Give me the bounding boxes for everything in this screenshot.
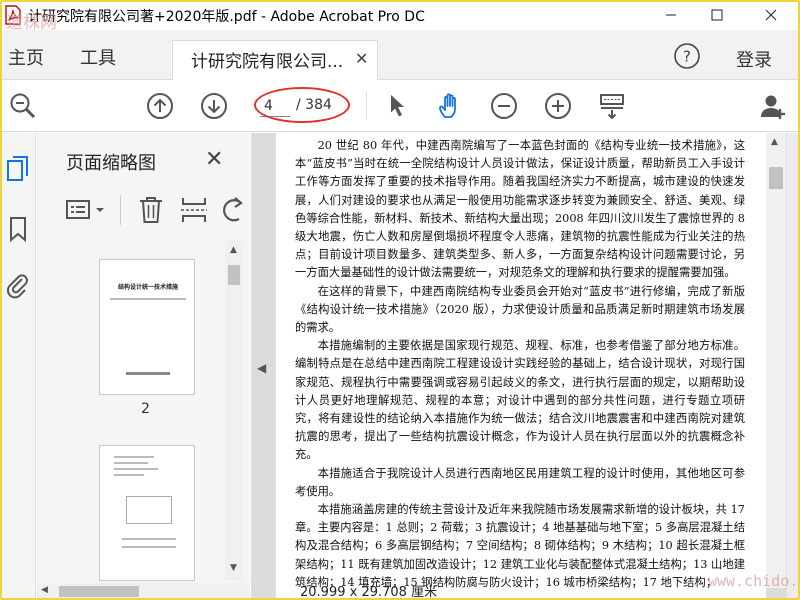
menu-tools[interactable]: 工具 — [80, 44, 116, 70]
thumb-toolbar-divider — [120, 195, 121, 225]
thumbnail-horizontal-scrollbar[interactable]: ◀ — [37, 583, 250, 600]
thumbnail-text-line — [114, 468, 158, 470]
watermark-bottom: www.chido.com — [708, 572, 800, 590]
thumbnail-page-3[interactable] — [99, 445, 195, 581]
page-body-text: 20 世纪 80 年代，中建西南院编写了一本蓝色封面的《结构专业统一技术措施》，… — [295, 137, 745, 588]
paragraph: 本措施适合于我院设计人员进行西南地区民用建筑工程的设计时使用，其他地区可参考使用… — [295, 466, 745, 498]
paragraph: 本措施编制的主要依据是国家现行规范、规程、标准，也参考借鉴了部分地方标准。编制特… — [295, 339, 745, 462]
thumbnail-text-line — [114, 474, 144, 476]
thumbnail-list: 结构设计统一技术措施 2 — [37, 241, 225, 581]
collapse-panel-arrow-icon[interactable]: ◀ — [257, 361, 266, 375]
thumbnail-page-number: 2 — [141, 401, 150, 417]
hand-icon[interactable] — [436, 91, 466, 121]
share-person-icon[interactable] — [758, 91, 788, 121]
scroll-left-arrow-icon[interactable]: ◀ — [41, 585, 48, 595]
page-navigator: / 384 — [254, 87, 350, 123]
right-edge-strip — [787, 133, 800, 600]
bookmark-icon[interactable] — [5, 215, 31, 243]
delete-icon[interactable] — [137, 195, 165, 225]
thumbnail-page-2[interactable]: 结构设计统一技术措施 — [99, 259, 195, 395]
thumbnail-text-line — [122, 546, 176, 548]
left-navigation-rail — [0, 133, 36, 600]
paragraph: 在这样的背景下，中建西南院结构专业委员会开始对“蓝皮书”进行修编，完成了新版《结… — [295, 284, 745, 335]
rotate-icon[interactable] — [221, 195, 245, 225]
thumbnail-publisher-line — [126, 372, 170, 375]
login-button[interactable]: 登录 — [736, 46, 772, 72]
maximize-icon — [711, 9, 723, 21]
thumbnail-scroll-thumb[interactable] — [228, 265, 240, 285]
thumbnail-cover-title: 结构设计统一技术措施 — [117, 284, 178, 291]
minimize-button[interactable] — [648, 0, 694, 30]
zoom-minus-icon[interactable] — [489, 91, 519, 121]
document-tab-label: 计研究院有限公司... — [191, 52, 344, 72]
highlight-ellipse — [254, 87, 350, 123]
thumbnail-text-line — [114, 456, 154, 458]
page-down-icon[interactable] — [199, 91, 229, 121]
zoom-out-magnifier-icon[interactable] — [8, 91, 38, 121]
document-scroll-thumb[interactable] — [769, 167, 783, 189]
paragraph: 本措施涵盖房建的传统主营设计及近年来我院随市场发展需求新增的设计板块，共 17 … — [295, 503, 745, 588]
thumbnails-icon[interactable] — [5, 155, 31, 183]
thumbnail-text-line — [114, 462, 148, 464]
paragraph: 20 世纪 80 年代，中建西南院编写了一本蓝色封面的《结构专业统一技术措施》，… — [295, 139, 745, 280]
svg-text:?: ? — [683, 48, 691, 66]
close-window-button[interactable] — [748, 0, 794, 30]
page-up-icon[interactable] — [145, 91, 175, 121]
extract-icon[interactable] — [179, 195, 209, 225]
menu-tab-bar: 主页 工具 计研究院有限公司... ✕ ? 登录 — [0, 30, 800, 80]
select-arrow-icon[interactable] — [383, 91, 413, 121]
watermark-top: 道株网 — [6, 13, 57, 33]
page-dimension-bar: 20.999 x 29.708 厘米 — [276, 585, 766, 600]
title-bar: 计研究院有限公司著+2020年版.pdf - Adobe Acrobat Pro… — [0, 0, 800, 30]
menu-home[interactable]: 主页 — [8, 44, 44, 70]
pdf-page: 20 世纪 80 年代，中建西南院编写了一本蓝色封面的《结构专业统一技术措施》，… — [276, 133, 766, 588]
close-panel-icon[interactable]: ✕ — [205, 147, 223, 172]
window-title: 计研究院有限公司著+2020年版.pdf - Adobe Acrobat Pro… — [28, 9, 425, 25]
scroll-mode-icon[interactable] — [597, 91, 627, 121]
zoom-plus-icon[interactable] — [543, 91, 573, 121]
page-size-label: 20.999 x 29.708 厘米 — [300, 585, 438, 600]
document-viewer: ◀ 20 世纪 80 年代，中建西南院编写了一本蓝色封面的《结构专业统一技术措施… — [251, 133, 800, 600]
document-scrollbar[interactable]: ▲ — [766, 133, 786, 588]
minimize-icon — [666, 14, 676, 16]
thumb-options-icon[interactable] — [65, 197, 109, 223]
help-icon[interactable]: ? — [673, 42, 701, 70]
main-toolbar: / 384 — [0, 80, 800, 132]
attachment-icon[interactable] — [5, 271, 31, 299]
toolbar-divider — [366, 92, 367, 120]
thumbnail-text-line — [122, 538, 176, 540]
scroll-down-arrow-icon[interactable]: ▼ — [230, 563, 237, 573]
doc-scroll-up-icon[interactable]: ▲ — [771, 137, 778, 147]
document-tab[interactable]: 计研究院有限公司... ✕ — [172, 40, 378, 80]
maximize-button[interactable] — [694, 0, 740, 30]
thumbnail-info-box — [126, 496, 172, 524]
thumbnail-hscroll-thumb[interactable] — [59, 586, 139, 597]
thumbnail-text-line — [110, 298, 186, 300]
thumbnail-toolbar — [65, 195, 245, 225]
scroll-up-arrow-icon[interactable]: ▲ — [230, 245, 237, 255]
thumbnail-scrollbar[interactable]: ▲ ▼ — [225, 241, 243, 581]
panel-title: 页面缩略图 — [66, 153, 156, 174]
close-tab-icon[interactable]: ✕ — [355, 49, 368, 68]
close-icon — [765, 9, 777, 21]
page-thumbnails-panel: 页面缩略图 ✕ 结构设计统一技术措施 2 ▲ ▼ ◀ — [37, 133, 250, 600]
